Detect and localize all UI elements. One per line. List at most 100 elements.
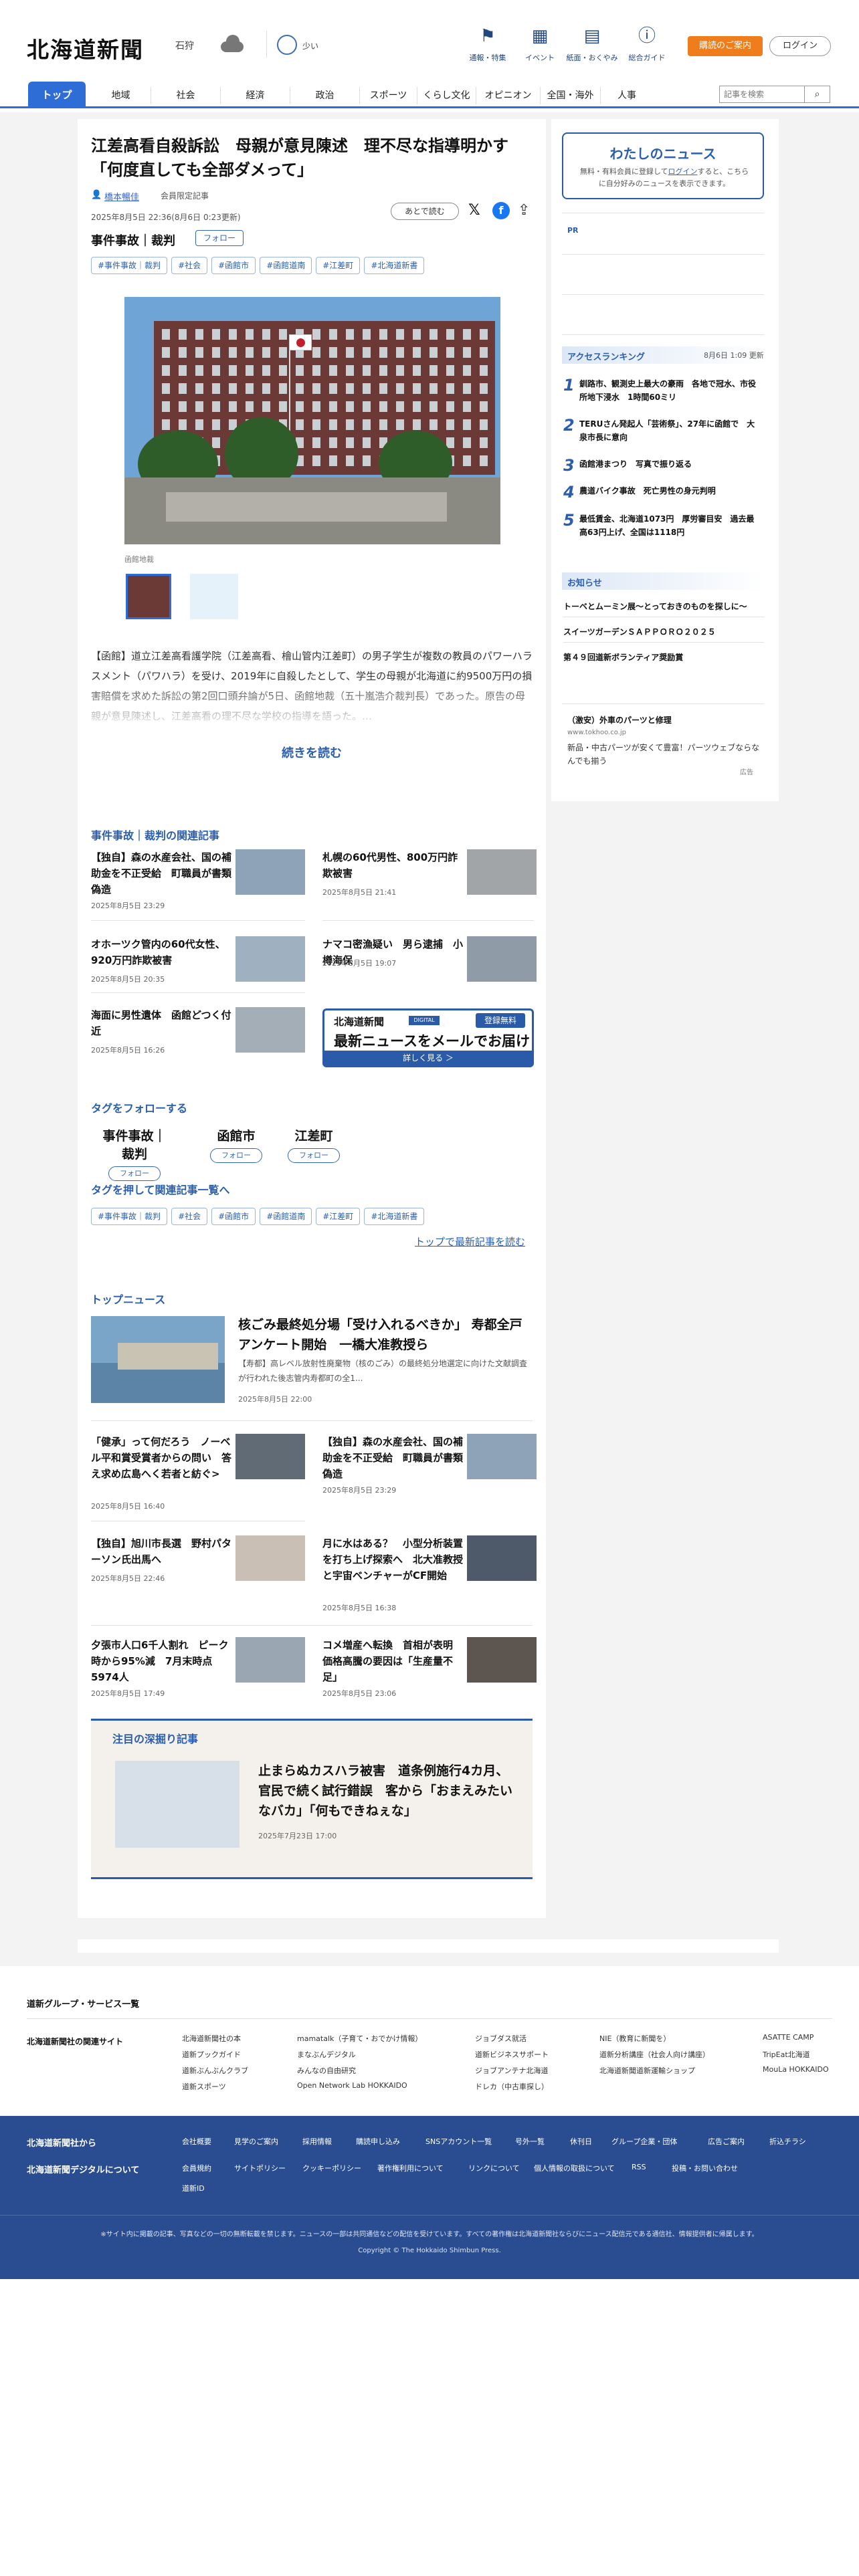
notice-item[interactable]: トーベとムーミン展～とっておきのものを探しに～ <box>563 601 764 612</box>
share-icon[interactable]: ⇪ <box>518 202 530 219</box>
tag-link[interactable]: #江差町 <box>316 257 361 274</box>
footer-link[interactable]: 号外一覧 <box>515 2136 545 2147</box>
related-card[interactable]: オホーツク管内の60代女性、920万円詐欺被害 2025年8月5日 20:35 <box>91 936 305 1000</box>
footer-link[interactable]: 見学のご案内 <box>234 2136 278 2147</box>
banner-cta[interactable]: 詳しく見る ＞ <box>324 1051 532 1065</box>
footer-link[interactable]: 会員規約 <box>182 2163 211 2173</box>
footer-link[interactable]: 道新ID <box>182 2183 205 2193</box>
footer-link[interactable]: クッキーポリシー <box>302 2163 361 2173</box>
footer-link[interactable]: 個人情報の取扱について <box>534 2163 615 2173</box>
top-news-card[interactable]: 【独自】森の水産会社、国の補助金を不正受給 町職員が書類偽造 2025年8月5日… <box>322 1434 537 1498</box>
nav-guide[interactable]: ⓘ 総合ガイド <box>617 25 677 63</box>
tag-link[interactable]: #社会 <box>171 257 208 274</box>
group-site-link[interactable]: ジョブアンテナ北海道 <box>475 2065 549 2076</box>
related-heading[interactable]: 事件事故｜裁判の関連記事 <box>91 827 219 843</box>
article-photo[interactable] <box>124 297 500 544</box>
footer-link[interactable]: 採用情報 <box>302 2136 332 2147</box>
nav-tab-economy[interactable]: 経済 <box>221 87 290 104</box>
follow-tag-button[interactable]: フォロー <box>210 1148 262 1163</box>
follow-tag-button[interactable]: フォロー <box>288 1148 340 1163</box>
footer-link[interactable]: グループ企業・団体 <box>611 2136 677 2147</box>
tag-link[interactable]: #事件事故｜裁判 <box>91 1208 168 1225</box>
group-site-link[interactable]: TripEat北海道 <box>763 2049 810 2060</box>
group-site-link[interactable]: 道新スポーツ <box>182 2081 226 2092</box>
x-share-icon[interactable]: 𝕏 <box>468 202 480 219</box>
weather-city[interactable]: 石狩 <box>175 39 194 52</box>
group-site-link[interactable]: 北海道新聞道新運輸ショップ <box>599 2065 695 2076</box>
top-news-card[interactable]: コメ増産へ転換 首相が表明 価格高騰の要因は「生産量不足」 2025年8月5日 … <box>322 1637 537 1701</box>
ad-title[interactable]: （激安）外車のパーツと修理 <box>567 714 672 726</box>
group-site-link[interactable]: みんなの自由研究 <box>297 2065 356 2076</box>
related-card[interactable]: 海面に男性遺体 函館どつく付近 2025年8月5日 16:26 <box>91 1007 305 1071</box>
my-news-login-link[interactable]: ログイン <box>668 167 698 176</box>
top-news-card[interactable]: 夕張市人口6千人割れ ピーク時から95%減 7月末時点5974人 2025年8月… <box>91 1637 305 1701</box>
group-services-link[interactable]: 道新グループ・サービス一覧 <box>27 1997 139 2010</box>
group-site-link[interactable]: 道新ぶんぶんクラブ <box>182 2065 248 2076</box>
top-news-card[interactable]: 「健承」って何だろう ノーベル平和賞受賞者からの問い 答え求め広島へく若者と紡ぐ… <box>91 1434 305 1511</box>
group-site-link[interactable]: ASATTE CAMP <box>763 2033 814 2042</box>
tag-link[interactable]: #函館道南 <box>260 257 312 274</box>
top-news-card[interactable]: 【独自】旭川市長選 野村パターソン氏出馬へ 2025年8月5日 22:46 <box>91 1535 305 1600</box>
footer-link[interactable]: RSS <box>632 2163 646 2171</box>
author-link[interactable]: 橋本暢佳 <box>104 190 139 203</box>
footer-link[interactable]: サイトポリシー <box>234 2163 286 2173</box>
footer-link[interactable]: 休刊日 <box>570 2136 592 2147</box>
notice-item[interactable]: 第４９回道新ボランティア奨励賞 <box>563 651 764 663</box>
footer-link[interactable]: リンクについて <box>468 2163 520 2173</box>
group-site-link[interactable]: ジョブダス就活 <box>475 2033 527 2044</box>
nav-report-feature[interactable]: ⚑ 通報・特集 <box>458 25 518 63</box>
newsletter-banner[interactable]: 北海道新聞 DIGITAL 登録無料 最新ニュースをメールでお届け 詳しく見る … <box>322 1008 534 1067</box>
photo-thumbnail[interactable] <box>126 574 171 619</box>
tag-link[interactable]: #北海道新書 <box>364 257 425 274</box>
tag-link[interactable]: #北海道新書 <box>364 1208 425 1225</box>
nav-tab-society[interactable]: 社会 <box>151 87 221 104</box>
nav-tab-region[interactable]: 地域 <box>91 87 151 104</box>
nav-tab-politics[interactable]: 政治 <box>290 87 360 104</box>
notices-heading[interactable]: お知らせ <box>562 572 764 590</box>
group-site-link[interactable]: Open Network Lab HOKKAIDO <box>297 2081 407 2090</box>
footer-link[interactable]: 投稿・お問い合わせ <box>672 2163 738 2173</box>
nav-tab-opinion[interactable]: オピニオン <box>476 87 541 104</box>
group-site-link[interactable]: 道新ビジネスサポート <box>475 2049 549 2060</box>
deep-dive-box[interactable]: 注目の深掘り記事 止まらぬカスハラ被害 道条例施行4カ月、官民で続く試行錯誤 客… <box>91 1719 533 1879</box>
nav-tab-sports[interactable]: スポーツ <box>360 87 417 104</box>
tag-link[interactable]: #函館市 <box>211 1208 256 1225</box>
notice-item[interactable]: スイーツガーデンＳＡＰＰＯＲＯ２０２５ <box>563 626 764 637</box>
deep-dive-heading[interactable]: 注目の深掘り記事 <box>112 1730 198 1746</box>
footer-link[interactable]: 会社概要 <box>182 2136 211 2147</box>
site-logo[interactable]: 北海道新聞 <box>27 32 144 64</box>
tag-link[interactable]: #社会 <box>171 1208 208 1225</box>
group-site-link[interactable]: 道新プックガイド <box>182 2049 241 2060</box>
top-news-lead-image[interactable] <box>91 1316 225 1403</box>
nav-tab-national[interactable]: 全国・海外 <box>541 87 601 104</box>
top-news-card[interactable]: 月に水はある？ 小型分析装置を打ち上げ探索へ 北大准教授と宇宙ベンチャーがCF開… <box>322 1535 537 1612</box>
related-card[interactable]: 札幌の60代男性、800万円詐欺被害 2025年8月5日 21:41 <box>322 849 537 914</box>
footer-link[interactable]: 広告ご案内 <box>708 2136 745 2147</box>
group-site-link[interactable]: NIE（教育に新聞を） <box>599 2033 670 2044</box>
facebook-share-icon[interactable]: f <box>492 202 510 219</box>
tag-link[interactable]: #函館市 <box>211 257 256 274</box>
group-site-link[interactable]: まなぶんデジタル <box>297 2049 356 2060</box>
read-more-link[interactable]: 続きを読む <box>91 744 533 761</box>
group-site-link[interactable]: ドレカ（中古車探し） <box>475 2081 549 2092</box>
nav-tab-top[interactable]: トップ <box>28 82 86 108</box>
tag-link[interactable]: #函館道南 <box>260 1208 312 1225</box>
group-site-link[interactable]: 道新分析講座（社会人向け講座） <box>599 2049 710 2060</box>
nav-tab-personnel[interactable]: 人事 <box>601 87 653 104</box>
related-card[interactable]: 【独自】森の水産会社、国の補助金を不正受給 町職員が書類偽造 2025年8月5日… <box>91 849 305 914</box>
footer-link[interactable]: 折込チラシ <box>769 2136 806 2147</box>
group-site-link[interactable]: MouLa HOKKAIDO <box>763 2065 829 2074</box>
top-news-lead-title[interactable]: 核ごみ最終処分場「受け入れるべきか」 寿都全戸アンケート開始 一橋大准教授ら <box>238 1315 533 1355</box>
group-site-link[interactable]: 北海道新聞社の本 <box>182 2033 241 2044</box>
group-site-link[interactable]: mamatalk（子育て・おでかけ情報） <box>297 2033 422 2044</box>
follow-tag-button[interactable]: フォロー <box>108 1166 161 1181</box>
nav-tab-culture[interactable]: くらし文化 <box>417 87 476 104</box>
subscribe-button[interactable]: 購読のご案内 <box>688 36 763 56</box>
map-thumbnail[interactable] <box>190 574 238 619</box>
footer-link[interactable]: SNSアカウント一覧 <box>425 2136 492 2147</box>
related-card[interactable]: ナマコ密漁疑い 男ら逮捕 小樽海保 2025年8月5日 19:07 <box>322 936 537 1000</box>
footer-link[interactable]: 購読申し込み <box>356 2136 400 2147</box>
nav-events[interactable]: ▦ イベント <box>510 25 570 63</box>
follow-category-button[interactable]: フォロー <box>195 230 244 246</box>
search-button[interactable]: ⌕ <box>805 86 830 103</box>
